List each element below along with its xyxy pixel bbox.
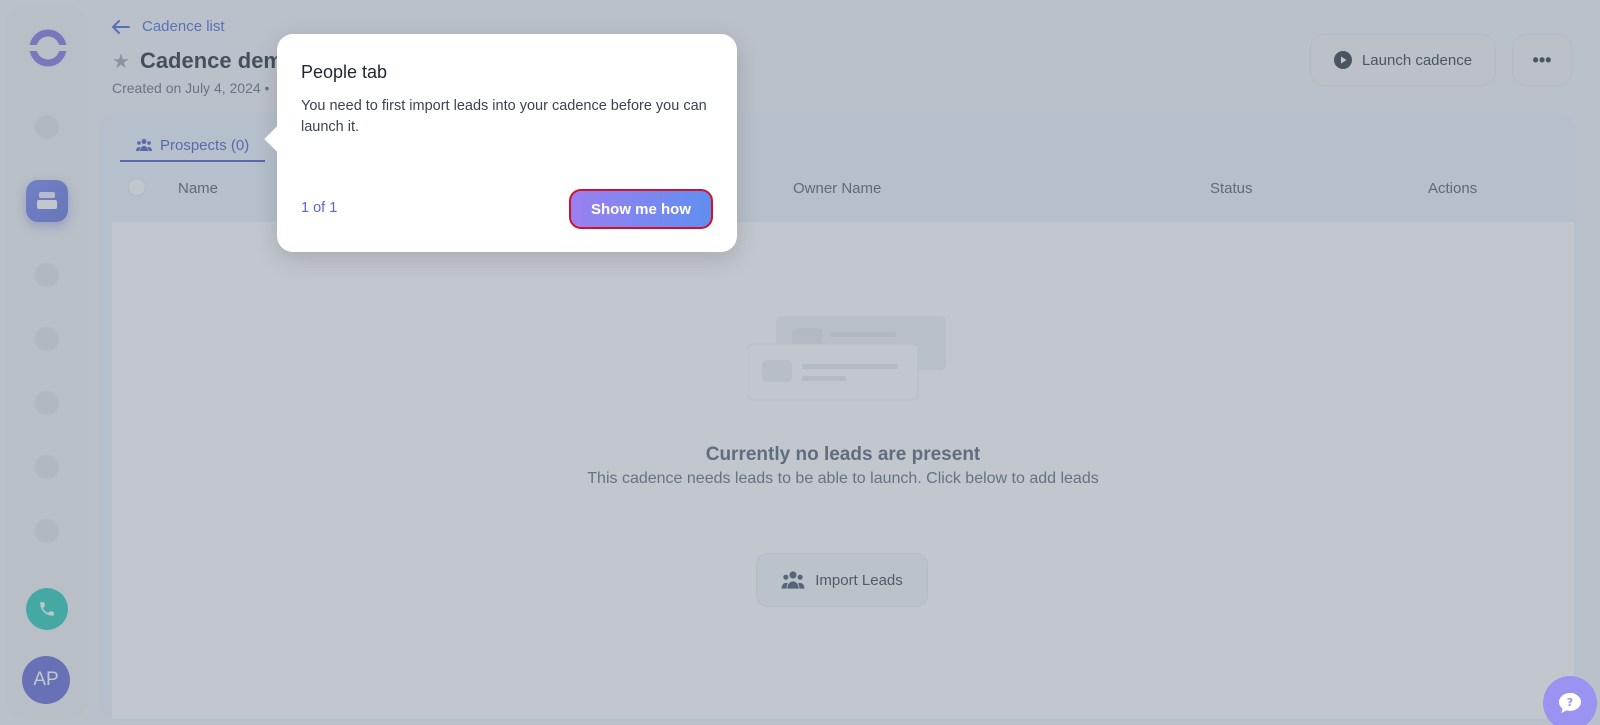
tooltip-body: You need to first import leads into your… xyxy=(301,98,707,135)
tour-overlay[interactable] xyxy=(0,0,1600,725)
tour-tooltip: People tab You need to first import lead… xyxy=(264,34,737,252)
tooltip-title: People tab xyxy=(301,62,388,82)
svg-text:?: ? xyxy=(1567,696,1573,709)
tooltip-step-counter: 1 of 1 xyxy=(301,200,338,216)
help-chat-button[interactable]: ? xyxy=(1543,676,1597,725)
show-me-how-button[interactable]: Show me how xyxy=(569,189,713,229)
question-chat-icon: ? xyxy=(1559,693,1581,713)
